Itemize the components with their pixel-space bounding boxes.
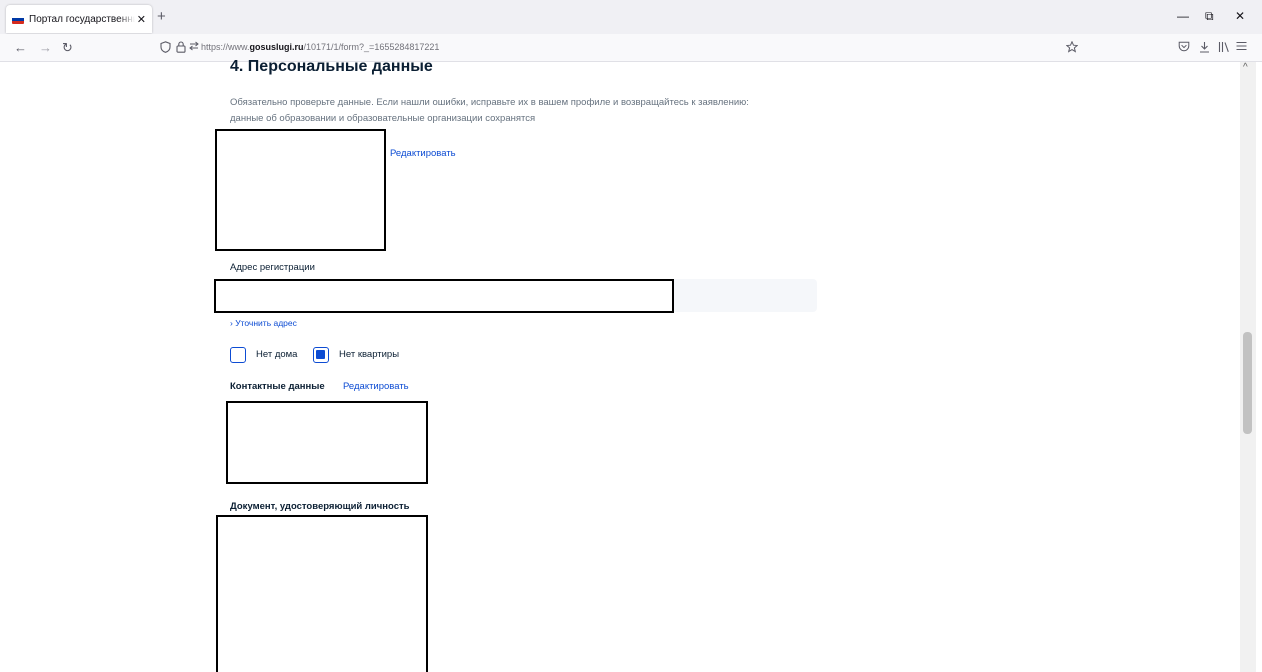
back-button[interactable]: ← — [14, 41, 27, 54]
contacts-label: Контактные данные — [230, 381, 325, 392]
hamburger-menu-icon[interactable] — [1236, 41, 1247, 53]
library-icon[interactable] — [1218, 41, 1230, 55]
scroll-up-arrow-icon[interactable]: ^ — [1243, 62, 1248, 73]
no-house-label: Нет дома — [256, 349, 298, 360]
minimize-button[interactable]: — — [1177, 10, 1189, 22]
edit-profile-link[interactable]: Редактировать — [390, 148, 456, 159]
scroll-thumb[interactable] — [1243, 332, 1252, 434]
navigation-bar: ← → ↻ https://www.gosuslugi.ru/10171/1/f… — [0, 34, 1262, 62]
new-tab-button[interactable]: + — [157, 9, 166, 24]
edit-contacts-link[interactable]: Редактировать — [343, 381, 409, 392]
no-house-checkbox[interactable] — [230, 347, 246, 363]
url-field[interactable]: https://www.gosuslugi.ru/10171/1/form?_=… — [201, 42, 439, 52]
russian-flag-icon — [12, 14, 24, 24]
browser-tab[interactable]: Портал государственных услуг ✕ — [6, 5, 152, 33]
hint-line: Обязательно проверьте данные. Если нашли… — [230, 97, 749, 108]
close-window-button[interactable]: ✕ — [1235, 10, 1245, 22]
lock-icon[interactable] — [176, 41, 186, 55]
download-icon[interactable] — [1199, 41, 1210, 55]
page-scrollbar[interactable]: ^ — [1240, 62, 1256, 672]
hint-line: данные об образовании и образовательные … — [230, 113, 536, 124]
section-title: 4. Персональные данные — [230, 58, 433, 75]
reload-button[interactable]: ↻ — [62, 41, 73, 54]
redacted-address — [214, 279, 674, 313]
restore-button[interactable]: ⧉ — [1205, 10, 1214, 22]
pocket-icon[interactable] — [1178, 41, 1190, 54]
close-tab-icon[interactable]: ✕ — [137, 13, 146, 26]
section-hint: Обязательно проверьте данные. Если нашли… — [230, 95, 810, 127]
address-label: Адрес регистрации — [230, 262, 315, 273]
redacted-personal-info — [215, 129, 386, 251]
forward-button[interactable]: → — [39, 41, 52, 54]
tab-strip: Портал государственных услуг ✕ + — ⧉ ✕ — [0, 0, 1262, 34]
identity-document-label: Документ, удостоверяющий личность — [230, 501, 410, 512]
no-flat-checkbox[interactable] — [313, 347, 329, 363]
redacted-contacts — [226, 401, 428, 484]
no-flat-label: Нет квартиры — [339, 349, 400, 360]
shield-icon[interactable] — [160, 41, 171, 55]
redacted-identity-document — [216, 515, 428, 672]
tab-title: Портал государственных услуг — [29, 13, 135, 25]
star-icon[interactable] — [1065, 40, 1079, 55]
clarify-address-link[interactable]: › Уточнить адрес — [230, 318, 297, 328]
permissions-icon[interactable] — [189, 41, 199, 53]
